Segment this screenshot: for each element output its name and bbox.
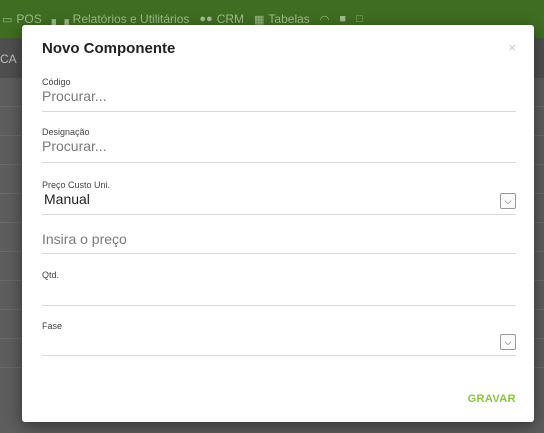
designacao-field: Designação <box>42 127 516 163</box>
close-icon[interactable]: × <box>508 40 516 55</box>
sub-header-text: CA <box>0 52 17 66</box>
designacao-label: Designação <box>42 127 90 137</box>
fase-selected <box>42 332 44 348</box>
nav-item-label: Relatórios e Utilitários <box>72 12 190 26</box>
nav-item-crm[interactable]: ●● CRM <box>199 12 244 26</box>
preco-input[interactable] <box>42 231 516 247</box>
nav-item-label: Tabelas <box>268 12 310 26</box>
codigo-input[interactable] <box>42 88 516 104</box>
modal-title: Novo Componente <box>42 40 176 57</box>
qtd-label: Qtd. <box>42 270 60 280</box>
codigo-label: Código <box>42 77 71 87</box>
designacao-input[interactable] <box>42 138 516 154</box>
nav-item-window[interactable]: □ <box>356 13 363 25</box>
preco-custo-select[interactable]: Preço Custo Uni. Manual ⌵ <box>42 180 516 215</box>
chevron-down-icon[interactable]: ⌵ <box>500 334 516 350</box>
square-icon: ■ <box>339 13 347 25</box>
new-component-modal: Novo Componente × Código Designação Preç… <box>22 25 534 422</box>
users-icon: ●● <box>199 13 213 25</box>
nav-item-square[interactable]: ■ <box>339 13 346 25</box>
save-button[interactable]: GRAVAR <box>468 393 516 405</box>
nav-item-support[interactable]: ◠ <box>320 13 330 26</box>
nav-item-relatorios[interactable]: ▖▗ Relatórios e Utilitários <box>52 12 190 26</box>
codigo-field: Código <box>42 77 516 112</box>
preco-custo-selected: Manual <box>44 191 90 207</box>
nav-item-label: CRM <box>216 12 245 26</box>
window-icon: □ <box>356 13 363 25</box>
nav-item-tabelas[interactable]: ▦ Tabelas <box>254 12 310 26</box>
qtd-field: Qtd. <box>42 270 516 306</box>
fase-select[interactable]: Fase ⌵ <box>42 321 516 356</box>
preco-field <box>42 231 516 254</box>
preco-custo-label: Preço Custo Uni. <box>42 180 111 190</box>
monitor-icon: ▭ <box>2 13 13 26</box>
table-icon: ▦ <box>254 13 265 26</box>
headset-icon: ◠ <box>319 13 330 26</box>
nav-item-label: POS <box>16 12 42 26</box>
qtd-input[interactable] <box>42 289 516 305</box>
bar-chart-icon: ▖▗ <box>51 13 69 26</box>
chevron-down-icon[interactable]: ⌵ <box>500 193 516 209</box>
fase-label: Fase <box>42 321 63 331</box>
nav-item-pos[interactable]: ▭ POS <box>2 12 42 26</box>
